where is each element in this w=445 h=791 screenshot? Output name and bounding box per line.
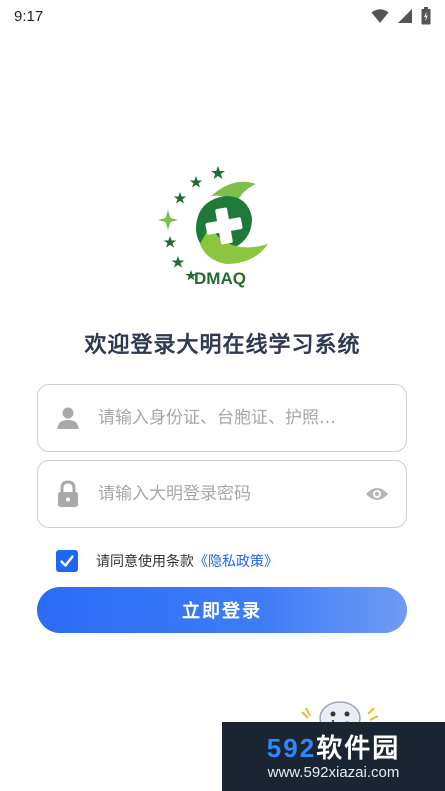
privacy-policy-link[interactable]: 《隐私政策》 bbox=[194, 551, 278, 571]
id-input[interactable] bbox=[96, 407, 390, 429]
status-bar: 9:17 bbox=[0, 0, 445, 32]
user-icon bbox=[54, 404, 82, 432]
password-field[interactable] bbox=[37, 460, 407, 528]
page-title: 欢迎登录大明在线学习系统 bbox=[84, 333, 361, 358]
watermark-badge: 592软件园 www.592xiazai.com bbox=[222, 722, 445, 791]
agree-checkbox[interactable] bbox=[56, 550, 78, 572]
id-field[interactable] bbox=[37, 384, 407, 452]
login-button[interactable]: 立即登录 bbox=[37, 587, 407, 633]
watermark-brand: 592软件园 bbox=[222, 728, 445, 765]
agreement-row: 请同意使用条款 《隐私政策》 bbox=[56, 550, 278, 572]
watermark-brand-text: 软件园 bbox=[316, 733, 401, 763]
agreement-text: 请同意使用条款 bbox=[96, 554, 194, 570]
watermark-url: www.592xiazai.com bbox=[267, 764, 400, 781]
checkmark-icon bbox=[60, 555, 74, 567]
password-input[interactable] bbox=[96, 483, 364, 505]
logo-text: DMAQ bbox=[194, 269, 246, 288]
status-time: 9:17 bbox=[14, 7, 44, 25]
wifi-icon bbox=[371, 9, 389, 23]
watermark-brand-number: 592 bbox=[266, 733, 317, 763]
lock-icon bbox=[54, 480, 82, 508]
cellular-signal-icon bbox=[398, 9, 412, 23]
dmaq-logo: DMAQ bbox=[158, 166, 268, 288]
battery-icon bbox=[421, 7, 431, 25]
status-icons bbox=[371, 7, 431, 25]
show-password-eye-icon[interactable] bbox=[364, 481, 390, 507]
